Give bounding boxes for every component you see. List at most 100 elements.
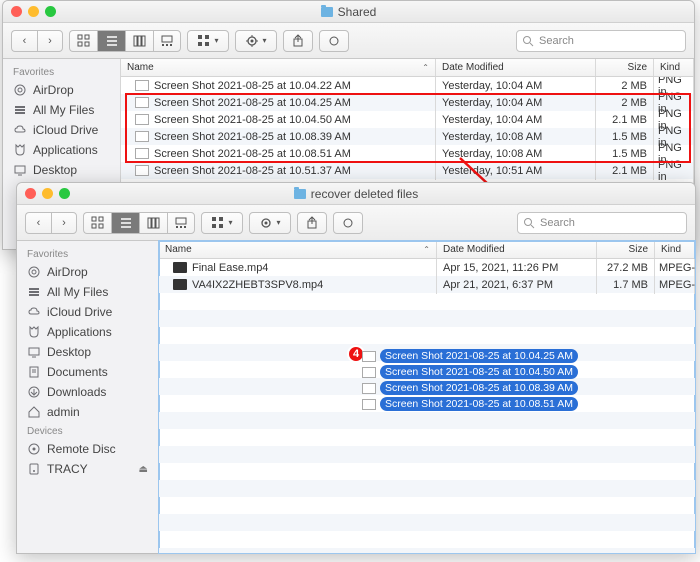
col-name[interactable]: Name⌃ [121, 59, 436, 76]
share-button[interactable] [297, 212, 327, 234]
action-button[interactable] [249, 212, 291, 234]
titlebar[interactable]: recover deleted files [17, 183, 695, 205]
column-view-button[interactable] [139, 212, 167, 234]
table-row[interactable]: Screen Shot 2021-08-25 at 10.04.22 AMYes… [121, 77, 694, 94]
image-icon [135, 131, 149, 142]
sidebar-item-label: Documents [47, 365, 108, 379]
col-name[interactable]: Name⌃ [159, 241, 437, 258]
column-headers[interactable]: Name⌃ Date Modified Size Kind [159, 241, 695, 259]
downloads-icon [27, 385, 41, 399]
forward-button[interactable]: › [37, 30, 63, 52]
col-date[interactable]: Date Modified [436, 59, 596, 76]
folder-icon [294, 189, 306, 199]
sidebar-item-admin[interactable]: admin [17, 402, 158, 422]
column-headers[interactable]: Name⌃ Date Modified Size Kind [121, 59, 694, 77]
file-date: Yesterday, 10:08 AM [436, 145, 596, 163]
col-kind[interactable]: Kind [655, 241, 695, 258]
sidebar-item-icloud-drive[interactable]: iCloud Drive [17, 302, 158, 322]
devices-header: Devices [17, 422, 158, 439]
sidebar-item-label: Applications [47, 325, 112, 339]
file-kind: PNG in [654, 156, 694, 186]
list-view-button[interactable] [97, 30, 125, 52]
close-icon[interactable] [11, 6, 22, 17]
forward-button[interactable]: › [51, 212, 77, 234]
zoom-icon[interactable] [45, 6, 56, 17]
view-segment[interactable] [83, 212, 195, 234]
sidebar-item-downloads[interactable]: Downloads [17, 382, 158, 402]
sidebar-item-remote-disc[interactable]: Remote Disc [17, 439, 158, 459]
action-button[interactable] [235, 30, 277, 52]
icon-view-button[interactable] [83, 212, 111, 234]
table-row[interactable]: Final Ease.mp4Apr 15, 2021, 11:26 PM27.2… [159, 259, 695, 276]
sidebar-item-desktop[interactable]: Desktop [3, 160, 120, 180]
sidebar-item-airdrop[interactable]: AirDrop [3, 80, 120, 100]
file-date: Yesterday, 10:51 AM [436, 162, 596, 180]
search-input[interactable]: Search [516, 30, 686, 52]
gallery-view-button[interactable] [167, 212, 195, 234]
search-icon [522, 35, 534, 47]
video-icon [173, 279, 187, 290]
col-size[interactable]: Size [597, 241, 655, 258]
finder-window-recover: recover deleted files ‹ › Search Favorit… [16, 182, 696, 554]
icon-view-button[interactable] [69, 30, 97, 52]
table-row[interactable]: Screen Shot 2021-08-25 at 10.51.37 AM Yes… [121, 162, 694, 179]
disk-icon [27, 462, 41, 476]
back-button[interactable]: ‹ [25, 212, 51, 234]
col-size[interactable]: Size [596, 59, 654, 76]
drag-label: Screen Shot 2021-08-25 at 10.04.50 AM [380, 365, 578, 379]
desktop-icon [13, 163, 27, 177]
minimize-icon[interactable] [28, 6, 39, 17]
sidebar-item-label: admin [47, 405, 80, 419]
table-row[interactable]: Screen Shot 2021-08-25 at 10.08.39 AMYes… [121, 128, 694, 145]
sidebar-item-applications[interactable]: Applications [17, 322, 158, 342]
file-date: Yesterday, 10:04 AM [436, 77, 596, 95]
table-row[interactable]: VA4IX2ZHEBT3SPV8.mp4Apr 21, 2021, 6:37 P… [159, 276, 695, 293]
file-name: Final Ease.mp4 [192, 262, 268, 274]
sidebar-item-applications[interactable]: Applications [3, 140, 120, 160]
table-row[interactable]: Screen Shot 2021-08-25 at 10.08.51 AMYes… [121, 145, 694, 162]
file-size: 2 MB [596, 94, 654, 112]
sidebar-item-desktop[interactable]: Desktop [17, 342, 158, 362]
file-date: Yesterday, 10:04 AM [436, 111, 596, 129]
apps-icon [13, 143, 27, 157]
table-row[interactable]: Screen Shot 2021-08-25 at 10.04.50 AMYes… [121, 111, 694, 128]
sidebar-item-all-my-files[interactable]: All My Files [17, 282, 158, 302]
sidebar-item-label: Downloads [47, 385, 106, 399]
gallery-view-button[interactable] [153, 30, 181, 52]
window-title: Shared [338, 5, 377, 19]
col-date[interactable]: Date Modified [437, 241, 597, 258]
minimize-icon[interactable] [42, 188, 53, 199]
drag-label: Screen Shot 2021-08-25 at 10.04.25 AM [380, 349, 578, 363]
column-view-button[interactable] [125, 30, 153, 52]
arrange-button[interactable] [201, 212, 243, 234]
sidebar-item-label: Applications [33, 143, 98, 157]
sidebar-item-all-my-files[interactable]: All My Files [3, 100, 120, 120]
airdrop-icon [27, 265, 41, 279]
col-kind[interactable]: Kind [654, 59, 694, 76]
table-row[interactable]: Screen Shot 2021-08-25 at 10.04.25 AMYes… [121, 94, 694, 111]
zoom-icon[interactable] [59, 188, 70, 199]
image-icon [362, 367, 376, 378]
arrange-button[interactable] [187, 30, 229, 52]
back-button[interactable]: ‹ [11, 30, 37, 52]
share-button[interactable] [283, 30, 313, 52]
view-segment[interactable] [69, 30, 181, 52]
toolbar: ‹ › Search [3, 23, 694, 59]
file-size: 27.2 MB [597, 259, 655, 277]
drag-label: Screen Shot 2021-08-25 at 10.08.51 AM [380, 397, 578, 411]
list-view-button[interactable] [111, 212, 139, 234]
sidebar-item-airdrop[interactable]: AirDrop [17, 262, 158, 282]
sidebar-item-documents[interactable]: Documents [17, 362, 158, 382]
file-size: 1.5 MB [596, 145, 654, 163]
close-icon[interactable] [25, 188, 36, 199]
tags-button[interactable] [333, 212, 363, 234]
titlebar[interactable]: Shared [3, 1, 694, 23]
file-name: Screen Shot 2021-08-25 at 10.51.37 AM [154, 165, 351, 177]
sidebar-item-tracy[interactable]: TRACY⏏ [17, 459, 158, 479]
file-size: 2 MB [596, 77, 654, 95]
cloud-icon [13, 123, 27, 137]
tags-button[interactable] [319, 30, 349, 52]
search-input[interactable]: Search [517, 212, 687, 234]
eject-icon[interactable]: ⏏ [139, 464, 148, 475]
sidebar-item-icloud-drive[interactable]: iCloud Drive [3, 120, 120, 140]
